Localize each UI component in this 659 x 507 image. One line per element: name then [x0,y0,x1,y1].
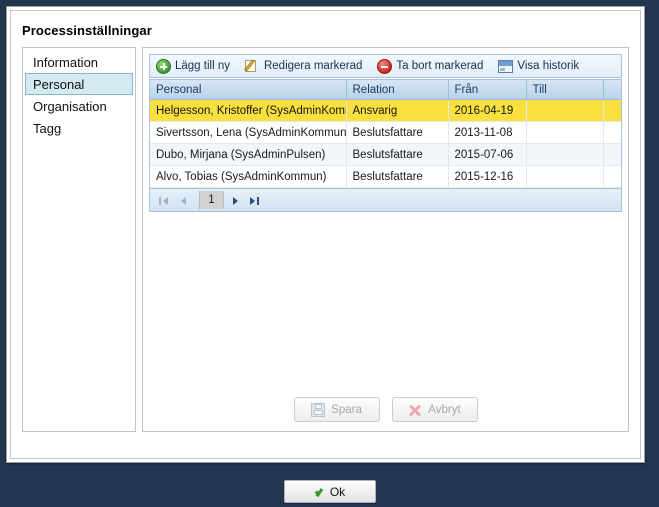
cell-till [526,143,604,166]
cell-relation: Beslutsfattare [346,121,449,144]
cell-fran: 2013-11-08 [448,121,527,144]
delete-circle-icon [377,58,393,74]
column-header-extra[interactable] [603,80,621,100]
cell-till [526,165,604,188]
sidebar-item-tagg[interactable]: Tagg [25,117,133,139]
cell-relation: Beslutsfattare [346,143,449,166]
sidebar-item-label: Tagg [33,121,62,136]
cell-personal: Alvo, Tobias (SysAdminKommun) [150,165,347,188]
edit-pencil-icon [244,59,260,74]
sidebar-item-personal[interactable]: Personal [25,73,133,95]
last-page-icon[interactable] [247,192,264,209]
show-history-button[interactable]: Visa historik [496,56,586,76]
save-button-label: Spara [331,403,362,416]
sidebar-item-label: Organisation [33,99,107,114]
add-new-button[interactable]: Lägg till ny [154,56,237,76]
first-page-icon[interactable] [156,192,173,209]
page-title: Processinställningar [22,23,152,38]
content-panel: Lägg till ny Redigera markerad Ta bort m… [142,47,629,432]
save-button[interactable]: Spara [293,397,380,422]
edit-selected-button[interactable]: Redigera markerad [243,56,369,76]
table-header-row: Personal Relation Från Till [150,80,621,100]
cell-till [526,121,604,144]
cell-personal: Dubo, Mirjana (SysAdminPulsen) [150,143,347,166]
grid-pager: 1 [150,188,621,211]
cell-relation: Ansvarig [346,99,449,122]
column-header-relation[interactable]: Relation [346,80,449,100]
dialog-inner-frame: Processinställningar Information Persona… [10,10,641,459]
cell-extra [603,99,621,122]
settings-dialog: Processinställningar Information Persona… [6,6,645,463]
delete-selected-button[interactable]: Ta bort markerad [375,56,490,76]
cancel-button[interactable]: Avbryt [391,397,478,422]
check-icon [315,486,326,497]
edit-selected-label: Redigera markerad [263,60,363,72]
table-row[interactable]: Sivertsson, Lena (SysAdminKommun) Beslut… [150,121,621,144]
form-actions: Spara Avbryt [143,397,628,422]
history-window-icon [498,60,514,73]
table-row[interactable]: Alvo, Tobias (SysAdminKommun) Beslutsfat… [150,165,621,188]
table-row[interactable]: Dubo, Mirjana (SysAdminPulsen) Beslutsfa… [150,143,621,166]
column-header-personal[interactable]: Personal [150,80,347,100]
cell-fran: 2015-07-06 [448,143,527,166]
cancel-button-label: Avbryt [428,403,461,416]
next-page-icon[interactable] [227,192,244,209]
previous-page-icon[interactable] [176,192,193,209]
cell-till [526,99,604,122]
personnel-table: Personal Relation Från Till Helgesson, K… [150,80,621,188]
column-header-till[interactable]: Till [526,80,604,100]
cell-extra [603,165,621,188]
delete-selected-label: Ta bort markerad [396,60,484,72]
show-history-label: Visa historik [517,60,580,72]
cell-extra [603,121,621,144]
sidebar-item-organisation[interactable]: Organisation [25,95,133,117]
cell-extra [603,143,621,166]
pager-current-page[interactable]: 1 [199,191,224,209]
cell-personal: Helgesson, Kristoffer (SysAdminKommun) [150,99,347,122]
ok-button-label: Ok [329,484,346,499]
sidebar-nav: Information Personal Organisation Tagg [22,47,136,432]
table-row[interactable]: Helgesson, Kristoffer (SysAdminKommun) A… [150,99,621,122]
ok-button[interactable]: Ok [284,480,376,503]
cell-fran: 2015-12-16 [448,165,527,188]
cell-fran: 2016-04-19 [448,99,527,122]
floppy-disk-icon [311,402,326,417]
add-circle-icon [156,58,171,74]
cell-relation: Beslutsfattare [346,165,449,188]
cross-icon [408,403,422,417]
sidebar-item-label: Personal [33,77,85,92]
add-new-label: Lägg till ny [175,60,230,72]
sidebar-item-information[interactable]: Information [25,51,133,73]
cell-personal: Sivertsson, Lena (SysAdminKommun) [150,121,347,144]
column-header-fran[interactable]: Från [448,80,527,100]
sidebar-item-label: Information [33,55,99,70]
personnel-grid: Personal Relation Från Till Helgesson, K… [149,79,622,212]
grid-toolbar: Lägg till ny Redigera markerad Ta bort m… [149,54,622,78]
